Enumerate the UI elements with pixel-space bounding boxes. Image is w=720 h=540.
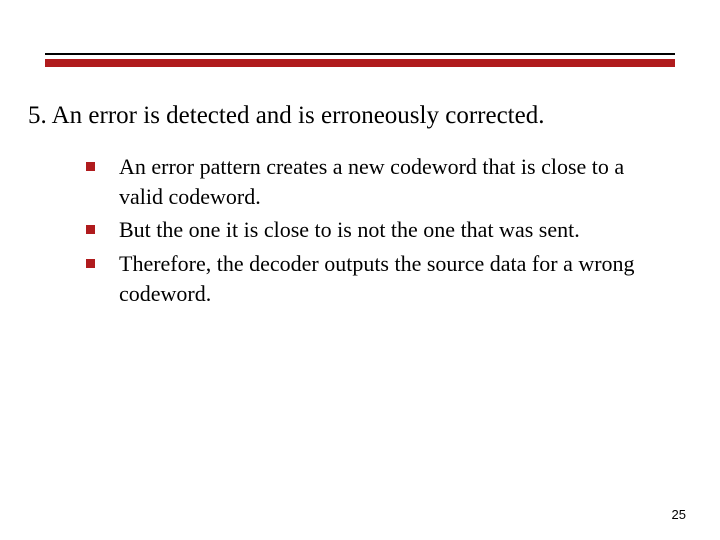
bullet-list: An error pattern creates a new codeword …	[86, 152, 656, 312]
square-bullet-icon	[86, 259, 95, 268]
list-item: An error pattern creates a new codeword …	[86, 152, 656, 211]
square-bullet-icon	[86, 162, 95, 171]
bullet-text: An error pattern creates a new codeword …	[119, 152, 656, 211]
rule-thick	[45, 59, 675, 67]
rule-thin	[45, 53, 675, 55]
bullet-text: But the one it is close to is not the on…	[119, 215, 656, 245]
page-number: 25	[672, 507, 686, 522]
bullet-text: Therefore, the decoder outputs the sourc…	[119, 249, 656, 308]
list-item: Therefore, the decoder outputs the sourc…	[86, 249, 656, 308]
square-bullet-icon	[86, 225, 95, 234]
slide-heading: 5. An error is detected and is erroneous…	[28, 100, 544, 131]
list-item: But the one it is close to is not the on…	[86, 215, 656, 245]
